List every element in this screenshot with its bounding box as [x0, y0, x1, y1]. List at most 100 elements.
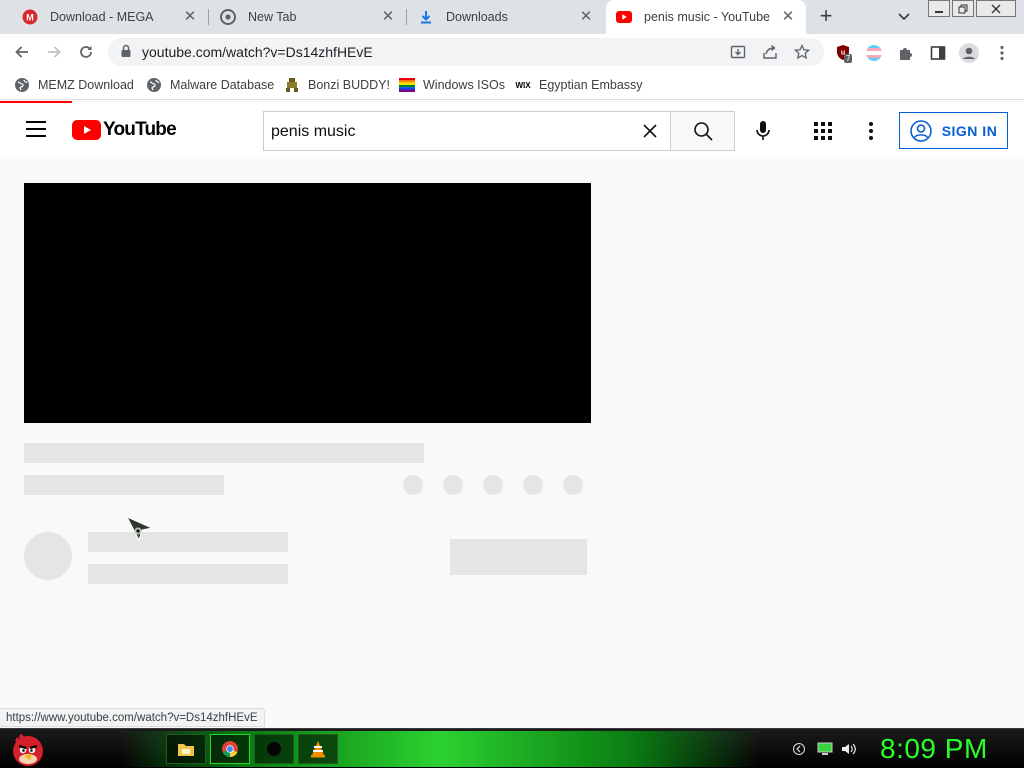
back-arrow-icon	[15, 46, 28, 58]
search-button[interactable]	[670, 111, 735, 151]
tab-separator	[406, 9, 407, 25]
tab-mega[interactable]: M Download - MEGA ✕	[12, 0, 208, 34]
bookmark-memz-download[interactable]: MEMZ Download	[14, 76, 134, 94]
close-window-button[interactable]	[976, 0, 1016, 17]
minimize-button[interactable]	[928, 0, 950, 17]
tab-youtube[interactable]: penis music - YouTube ✕	[606, 0, 806, 34]
bookmark-label: MEMZ Download	[38, 78, 134, 92]
ublock-badge: 7	[844, 54, 853, 63]
tab-downloads[interactable]: Downloads ✕	[408, 0, 604, 34]
forward-button[interactable]	[40, 38, 68, 66]
svg-text:M: M	[26, 13, 34, 23]
dark-app-icon[interactable]	[254, 734, 294, 764]
hamburger-menu-icon[interactable]	[26, 121, 46, 137]
side-panel-icon[interactable]	[928, 43, 948, 63]
chrome-icon	[220, 9, 236, 25]
install-app-icon[interactable]	[728, 42, 748, 62]
tab-search-chevron-icon[interactable]	[893, 7, 915, 27]
rainbow-flag-icon	[399, 77, 415, 93]
tray-arrow-icon[interactable]	[791, 741, 807, 757]
bookmark-star-icon[interactable]	[792, 42, 812, 62]
search-input[interactable]: penis music	[263, 111, 671, 151]
link-status-bubble: https://www.youtube.com/watch?v=Ds14zhfH…	[0, 708, 265, 727]
tab-title: Download - MEGA	[50, 10, 154, 24]
close-tab-icon[interactable]: ✕	[780, 9, 796, 25]
ublock-origin-icon[interactable]: u 7	[834, 43, 854, 63]
bookmark-label: Egyptian Embassy	[539, 78, 643, 92]
video-player[interactable]	[24, 183, 591, 423]
start-button-angry-bird-icon[interactable]	[8, 729, 48, 768]
address-bar[interactable]: youtube.com/watch?v=Ds14zhfHEvE	[108, 38, 824, 66]
microphone-icon	[756, 121, 770, 140]
back-button[interactable]	[8, 38, 36, 66]
download-icon	[418, 9, 434, 25]
tab-title: penis music - YouTube	[644, 10, 771, 24]
url-text[interactable]: youtube.com/watch?v=Ds14zhfHEvE	[142, 44, 373, 60]
globe-icon	[146, 77, 162, 93]
sign-in-label: SIGN IN	[941, 122, 998, 139]
youtube-play-icon	[72, 120, 101, 140]
volume-icon[interactable]	[841, 741, 857, 757]
bookmark-label: Bonzi BUDDY!	[308, 78, 390, 92]
restore-button[interactable]	[952, 0, 974, 17]
wix-icon: WIX	[515, 80, 531, 90]
account-circle-icon	[909, 119, 932, 142]
chrome-taskbar-icon[interactable]	[210, 734, 250, 764]
subscriber-count-placeholder	[88, 564, 288, 584]
mouse-cursor-icon	[125, 515, 154, 544]
reload-icon	[80, 46, 92, 58]
tab-title: Downloads	[446, 10, 508, 24]
tab-new-tab[interactable]: New Tab ✕	[210, 0, 406, 34]
action-placeholder	[563, 475, 583, 495]
new-tab-button[interactable]: +	[814, 5, 838, 29]
globe-icon	[14, 77, 30, 93]
subscribe-button-placeholder	[450, 539, 587, 575]
bookmark-egyptian-embassy[interactable]: WIX Egyptian Embassy	[515, 76, 643, 94]
metadata-placeholder	[24, 475, 224, 495]
forward-arrow-icon	[48, 46, 61, 58]
bookmark-label: Malware Database	[170, 78, 275, 92]
action-placeholder	[403, 475, 423, 495]
apps-grid-icon[interactable]	[811, 119, 835, 143]
close-tab-icon[interactable]: ✕	[182, 9, 198, 25]
youtube-logo[interactable]: YouTube	[72, 119, 177, 141]
clear-search-icon[interactable]	[640, 121, 660, 141]
taskbar: 8:09 PM	[0, 728, 1024, 768]
channel-name-placeholder	[88, 532, 288, 552]
title-placeholder	[24, 443, 424, 463]
tab-strip: M Download - MEGA ✕ New Tab ✕ Downloads …	[0, 0, 1024, 34]
share-icon[interactable]	[760, 42, 780, 62]
bookmark-windows-isos[interactable]: Windows ISOs	[399, 76, 505, 94]
profile-avatar-icon[interactable]	[959, 43, 979, 63]
mega-icon: M	[22, 9, 38, 25]
close-tab-icon[interactable]: ✕	[578, 9, 594, 25]
network-icon[interactable]	[817, 741, 833, 757]
reload-button[interactable]	[72, 38, 100, 66]
vlc-icon[interactable]	[298, 734, 338, 764]
bonzi-icon	[284, 77, 300, 93]
action-placeholder	[443, 475, 463, 495]
channel-avatar-placeholder	[24, 532, 72, 580]
pride-flag-extension-icon[interactable]	[864, 43, 884, 63]
youtube-wordmark: YouTube	[103, 119, 177, 140]
bookmark-label: Windows ISOs	[423, 78, 505, 92]
settings-more-icon[interactable]	[859, 119, 883, 143]
youtube-icon	[616, 9, 632, 25]
bookmark-malware-database[interactable]: Malware Database	[146, 76, 274, 94]
extensions-puzzle-icon[interactable]	[896, 43, 916, 63]
action-placeholder	[523, 475, 543, 495]
tab-separator	[208, 9, 209, 25]
bookmark-bonzi-buddy[interactable]: Bonzi BUDDY!	[284, 76, 390, 94]
file-explorer-icon[interactable]	[166, 734, 206, 764]
action-placeholder	[483, 475, 503, 495]
lock-icon[interactable]	[120, 44, 132, 61]
search-query[interactable]: penis music	[271, 123, 355, 141]
voice-search-button[interactable]	[751, 119, 775, 143]
youtube-masthead: YouTube penis music SIGN IN	[0, 103, 1024, 159]
chrome-menu-icon[interactable]	[992, 43, 1012, 63]
sign-in-button[interactable]: SIGN IN	[899, 112, 1008, 149]
taskbar-clock[interactable]: 8:09 PM	[880, 733, 988, 765]
close-tab-icon[interactable]: ✕	[380, 9, 396, 25]
bookmarks-bar: MEMZ Download Malware Database Bonzi BUD…	[0, 70, 1024, 100]
search-icon	[693, 122, 713, 141]
